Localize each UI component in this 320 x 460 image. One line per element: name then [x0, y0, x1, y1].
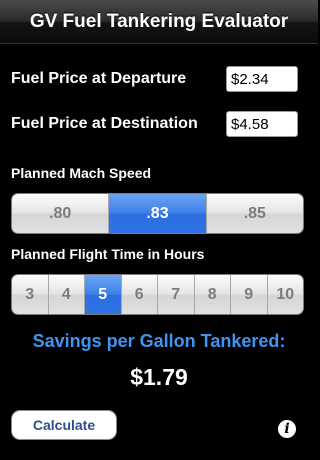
flight-time-segment[interactable]: 7	[158, 275, 195, 314]
flight-time-segment[interactable]: 8	[195, 275, 231, 314]
flight-time-segment[interactable]: 9	[231, 275, 268, 314]
flight-time-segment[interactable]: 3	[12, 275, 49, 314]
calculate-button[interactable]: Calculate	[11, 410, 117, 440]
destination-price-label: Fuel Price at Destination	[11, 115, 198, 132]
savings-value: $1.79	[130, 364, 188, 390]
calculate-button-label: Calculate	[32, 417, 96, 433]
app-screen: GV Fuel Tankering Evaluator Fuel Price a…	[0, 0, 318, 460]
info-icon[interactable]: i	[278, 420, 296, 438]
departure-price-label: Fuel Price at Departure	[11, 70, 187, 87]
flight-time-segment[interactable]: 10	[268, 275, 304, 314]
page-title: GV Fuel Tankering Evaluator	[29, 10, 289, 32]
flight-time-segment[interactable]: 4	[49, 275, 85, 314]
flight-time-segmented-control: 3 4 5 6 7 8 9 10	[11, 274, 304, 315]
mach-speed-segment[interactable]: .80	[12, 194, 110, 233]
destination-price-field[interactable]	[226, 111, 298, 137]
savings-label: Savings per Gallon Tankered:	[32, 331, 286, 351]
mach-speed-segment[interactable]: .85	[207, 194, 303, 233]
flight-time-label: Planned Flight Time in Hours	[11, 246, 205, 262]
mach-speed-segmented-control: .80.83.85	[11, 193, 304, 234]
navigation-bar: GV Fuel Tankering Evaluator	[0, 0, 318, 44]
flight-time-segment[interactable]: 5	[85, 275, 122, 314]
mach-speed-segment[interactable]: .83	[109, 194, 207, 233]
mach-speed-label: Planned Mach Speed	[11, 165, 152, 181]
flight-time-segment[interactable]: 6	[122, 275, 158, 314]
departure-price-field[interactable]	[226, 66, 298, 92]
